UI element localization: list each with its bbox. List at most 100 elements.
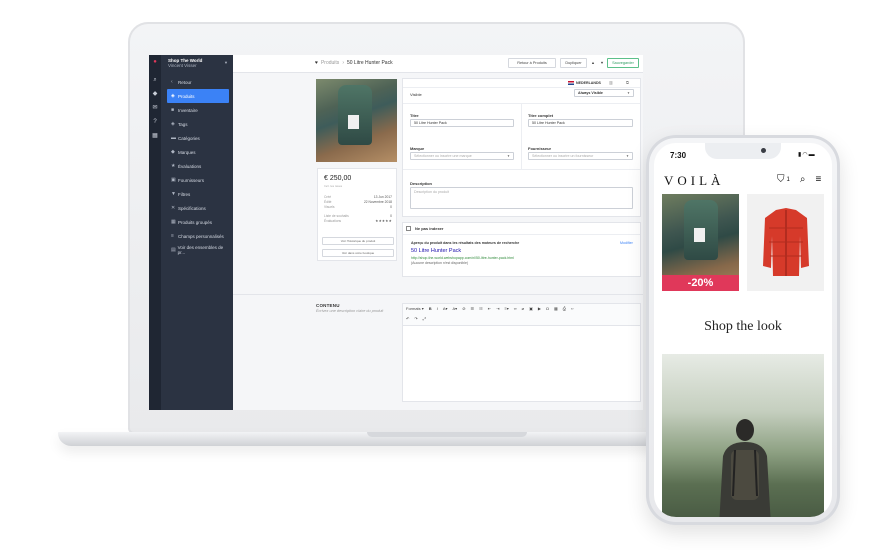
product-image-jacket[interactable] xyxy=(747,194,824,291)
language-selector[interactable]: NEDERLANDS xyxy=(568,81,601,85)
lifestyle-image-hiker[interactable] xyxy=(662,354,824,517)
search-icon[interactable]: ⌕ xyxy=(152,77,158,83)
indent-icon[interactable]: ⇥ xyxy=(496,306,499,311)
sidebar-item-tags[interactable]: ◈ Tags xyxy=(167,117,229,131)
visibility-value: Always Visible xyxy=(578,91,603,95)
divider xyxy=(403,87,640,88)
calendar-icon[interactable]: ▦ xyxy=(152,133,158,139)
product-photo[interactable] xyxy=(316,79,397,162)
sidebar-item-fournisseurs[interactable]: ▣ Fournisseurs xyxy=(167,173,229,187)
formats-dropdown[interactable]: Formats ▾ xyxy=(406,306,424,311)
menu-icon[interactable]: ≡ xyxy=(815,174,821,185)
sidebar-item-produits-groupes[interactable]: ▦ Produits groupés xyxy=(167,215,229,229)
store-logo[interactable]: VOILÀ xyxy=(664,173,724,189)
sidebar-item-inventaire[interactable]: ■ Inventaire xyxy=(167,103,229,117)
fullscreen-icon[interactable]: ⤢ xyxy=(423,316,426,321)
store-switcher[interactable]: Shop The World Vincent Visser xyxy=(168,58,202,68)
mail-icon[interactable]: ✉ xyxy=(152,105,158,111)
undo-icon[interactable]: ↶ xyxy=(406,316,409,321)
icon-bar: ● ⌕ ◆ ✉ ? ▦ xyxy=(149,55,161,410)
grid-view-icon[interactable]: ▥ xyxy=(609,80,613,85)
duplicate-button[interactable]: Dupliquer xyxy=(560,58,587,68)
text-color-icon[interactable]: A▾ xyxy=(443,306,448,311)
sidebar-item-ensembles[interactable]: ▤ Voir des ensembles de pr... xyxy=(167,243,229,257)
visibility-select[interactable]: Always Visible ▼ xyxy=(574,89,634,97)
cart-icon[interactable]: ⛉ xyxy=(777,174,785,185)
sidebar-item-filtres[interactable]: ▼ Filtres xyxy=(167,187,229,201)
link-icon[interactable]: ∞ xyxy=(514,306,517,311)
seo-panel: Ne pas indexer Aperçu du produit dans le… xyxy=(402,222,641,277)
stat-label: Visuels xyxy=(324,205,335,209)
supplier-select[interactable]: Sélectionner ou inscrire un fournisseur ▼ xyxy=(528,152,633,160)
bullet-list-icon[interactable]: ☰ xyxy=(471,306,475,311)
visible-label: Visible xyxy=(410,92,422,97)
product-form-panel: NEDERLANDS ▥ ⧉ Visible Always Visible ▼ T… xyxy=(402,78,641,217)
table-icon[interactable]: ▦ xyxy=(554,306,558,311)
sidebar-item-produits[interactable]: ◈ Produits xyxy=(167,89,229,103)
phone-notch xyxy=(705,143,781,159)
chevron-down-icon[interactable]: ▼ xyxy=(598,58,606,68)
flag-nl-icon xyxy=(568,81,574,85)
editor-toolbar-row: Formats ▾ B I A▾ A▾ ⊘ ☰ ☷ ⇤ ⇥ ≡▾ ∞ ⌀ ▣ ▶… xyxy=(406,306,574,311)
tag-icon: ◈ xyxy=(171,93,175,99)
unlink-icon[interactable]: ⌀ xyxy=(522,306,524,311)
outdent-icon[interactable]: ⇤ xyxy=(488,306,491,311)
source-code-icon[interactable]: ‹› xyxy=(571,306,574,311)
laptop-notch xyxy=(367,432,527,437)
caret-down-icon: ▼ xyxy=(627,91,630,95)
sidebar-item-label: Filtres xyxy=(178,191,191,197)
print-icon[interactable]: ⎙ xyxy=(563,306,566,311)
image-icon[interactable]: ▣ xyxy=(529,306,533,311)
seo-edit-link[interactable]: Modifier xyxy=(620,241,633,245)
sidebar-item-marques[interactable]: ◆ Marques xyxy=(167,145,229,159)
sidebar-item-retour[interactable]: ‹ Retour xyxy=(167,75,229,89)
sidebar-item-label: Spécifications xyxy=(178,205,206,211)
help-icon[interactable]: ? xyxy=(152,119,158,125)
grid-icon: ▦ xyxy=(171,219,176,225)
bell-icon[interactable]: ◆ xyxy=(152,91,158,97)
seo-preview-title: 50 Litre Hunter Pack xyxy=(411,248,462,254)
save-button[interactable]: Sauvegarder xyxy=(607,58,639,68)
stat-row: Visuels 0 xyxy=(324,205,392,209)
cart-count: 1 xyxy=(786,176,790,183)
title-input[interactable]: 50 Litre Hunter Pack xyxy=(410,119,514,127)
italic-icon[interactable]: I xyxy=(437,306,438,311)
product-history-button[interactable]: Voir l'historique du produit xyxy=(322,237,394,245)
section-divider xyxy=(233,294,643,295)
search-icon[interactable]: ⌕ xyxy=(800,174,806,185)
chevron-up-icon[interactable]: ▲ xyxy=(589,58,597,68)
book-icon: ▤ xyxy=(171,247,176,253)
media-icon[interactable]: ▶ xyxy=(538,306,541,311)
supplier-label: Fournisseur xyxy=(528,146,552,151)
view-in-store-button[interactable]: Voir dans votre boutique xyxy=(322,249,394,257)
chevron-down-icon[interactable]: ▼ xyxy=(224,60,228,65)
full-title-input[interactable]: 50 Litre Hunter Pack xyxy=(528,119,633,127)
logo-icon: ● xyxy=(153,59,157,65)
clear-format-icon[interactable]: ⊘ xyxy=(462,306,465,311)
align-icon[interactable]: ≡▾ xyxy=(504,306,508,311)
brand-select[interactable]: Sélectionner ou inscrire une marque ▼ xyxy=(410,152,514,160)
numbered-list-icon[interactable]: ☷ xyxy=(479,306,483,311)
sidebar-item-label: Produits xyxy=(178,93,195,99)
mockup-stage: ● ⌕ ◆ ✉ ? ▦ Shop The World Vincent Visse… xyxy=(0,0,894,550)
highlight-icon[interactable]: A▾ xyxy=(453,306,458,311)
sidebar-item-evaluations[interactable]: ★ Évaluations xyxy=(167,159,229,173)
sidebar-item-categories[interactable]: ▬ Catégories xyxy=(167,131,229,145)
breadcrumb-parent[interactable]: Produits xyxy=(321,60,339,66)
noindex-checkbox[interactable] xyxy=(406,226,411,231)
stat-value: 0 xyxy=(390,205,392,209)
content-section-title: CONTENU xyxy=(316,303,340,308)
copy-icon[interactable]: ⧉ xyxy=(626,80,629,85)
redo-icon[interactable]: ↷ xyxy=(414,316,417,321)
sidebar-item-champs[interactable]: ≡ Champs personnalisés xyxy=(167,229,229,243)
sidebar-item-specifications[interactable]: ✕ Spécifications xyxy=(167,201,229,215)
omega-icon[interactable]: Ω xyxy=(546,306,549,311)
bold-icon[interactable]: B xyxy=(429,306,432,311)
description-textarea[interactable]: Description du produit xyxy=(410,187,633,209)
back-to-products-button[interactable]: Retour à Produits xyxy=(508,58,556,68)
chevron-right-icon: › xyxy=(342,60,344,66)
seo-preview-url: http://shop-the-world.webshopapp.com/nl/… xyxy=(411,256,514,260)
admin-screen: ● ⌕ ◆ ✉ ? ▦ Shop The World Vincent Visse… xyxy=(149,55,643,410)
price-panel: € 250,00 Incl. les taxes Créé 13 Jun 2017… xyxy=(317,168,397,261)
price-tax-note: Incl. les taxes xyxy=(324,184,343,188)
